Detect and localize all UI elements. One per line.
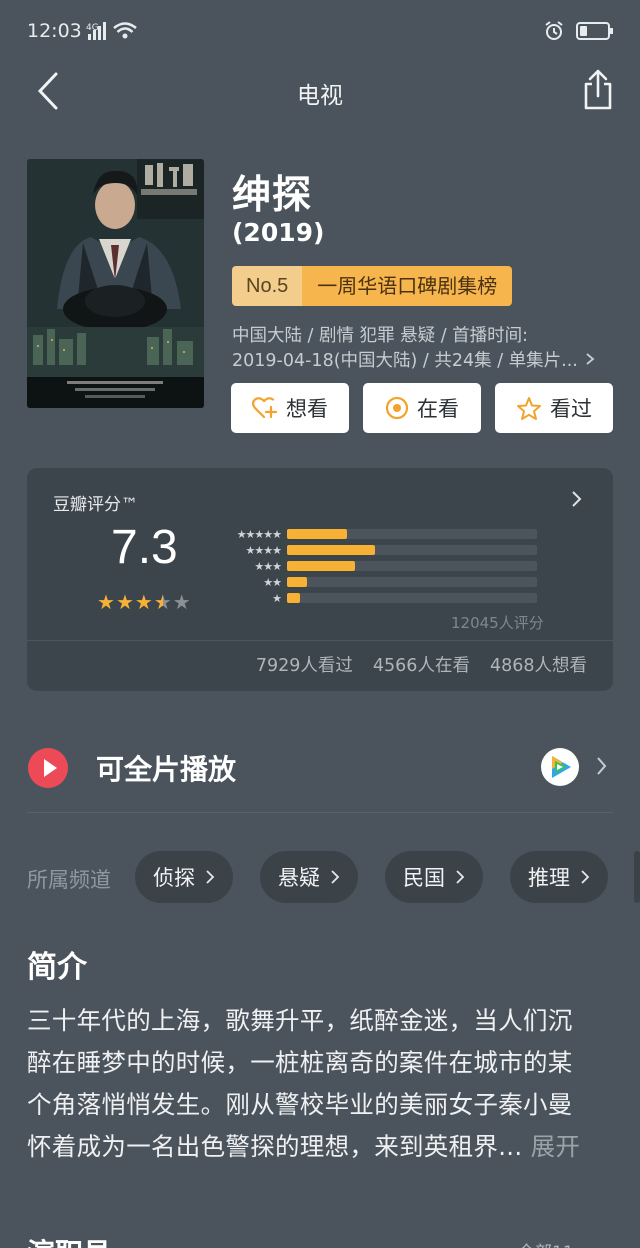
chevron-right-icon (331, 870, 340, 884)
star-full-icon: ★ (115, 590, 134, 614)
rating-bar-5: ★★★★★ (223, 526, 537, 542)
five-star-icon: ★★★★★ (236, 527, 282, 541)
channel-chip-detective[interactable]: 侦探 (135, 851, 233, 903)
rating-distribution: ★★★★★ ★★★★ ★★★ ★★ ★ (223, 526, 537, 606)
watched-label: 看过 (550, 397, 592, 421)
channel-chip-label: 推理 (528, 866, 570, 890)
intro-line: 三十年代的上海，歌舞升平，纸醉金迷，当人们沉 (27, 1006, 573, 1035)
rank-number: No.5 (232, 266, 303, 306)
play-icon[interactable] (28, 748, 68, 788)
poster-image[interactable] (27, 159, 204, 408)
star-half-icon: ★ (153, 590, 172, 614)
rating-bar-2: ★★ (223, 574, 537, 590)
heart-plus-icon (252, 397, 278, 419)
intro-line: 个角落悄悄发生。刚从警校毕业的美丽女子秦小曼 (27, 1090, 573, 1119)
intro-line: 怀着成为一名出色警探的理想，来到英租界... (27, 1132, 523, 1161)
channel-chip-suspense[interactable]: 悬疑 (260, 851, 358, 903)
want-to-watch-label: 想看 (286, 397, 328, 421)
intro-line: 醉在睡梦中的时候，一桩桩离奇的案件在城市的某 (27, 1048, 573, 1077)
rating-bar-4: ★★★★ (223, 542, 537, 558)
chevron-right-icon (586, 353, 595, 365)
channels-label: 所属频道 (27, 868, 111, 892)
one-star-icon: ★ (272, 591, 282, 605)
watched-count: 7929人看过 (255, 656, 353, 676)
status-time: 12:03 (27, 20, 82, 42)
rating-source-title: 豆瓣评分™ (53, 495, 138, 515)
rating-bar-3: ★★★ (223, 558, 537, 574)
channel-chip-overflow[interactable] (634, 851, 640, 903)
rating-bar-fill (287, 593, 300, 603)
rating-card[interactable]: 豆瓣评分™ 7.3 ★ ★ ★ ★ ★ ★★★★★ ★★★★ ★★★ ★★ ★ (27, 468, 613, 691)
rating-score: 7.3 (111, 521, 178, 574)
rating-count: 12045人评分 (451, 614, 544, 632)
network-type: 4G (86, 23, 99, 33)
star-full-icon: ★ (97, 590, 115, 614)
expand-link[interactable]: 展开 (531, 1132, 581, 1161)
chevron-right-icon (572, 491, 582, 507)
watched-button[interactable]: 看过 (495, 383, 613, 433)
cast-title: 演职员 (27, 1232, 111, 1248)
rank-badge[interactable]: No.5 一周华语口碑剧集榜 (232, 266, 513, 306)
target-circle-icon (385, 396, 409, 420)
chevron-right-icon (456, 870, 465, 884)
channel-chip-label: 侦探 (153, 866, 195, 890)
rank-list-name: 一周华语口碑剧集榜 (302, 266, 513, 306)
show-meta-line-2[interactable]: 2019-04-18(中国大陆) / 共24集 / 单集片... (232, 347, 595, 372)
show-meta-line-1: 中国大陆 / 剧情 犯罪 悬疑 / 首播时间: (232, 326, 529, 346)
rating-bar-1: ★ (223, 590, 537, 606)
channel-chip-label: 悬疑 (278, 866, 320, 890)
chevron-right-icon (206, 870, 215, 884)
chevron-right-icon[interactable] (596, 756, 608, 780)
show-year: (2019) (232, 218, 325, 247)
two-star-icon: ★★ (263, 575, 282, 589)
rating-bar-fill (287, 577, 307, 587)
channel-chip-mystery[interactable]: 推理 (510, 851, 608, 903)
channel-chip-republic-era[interactable]: 民国 (385, 851, 483, 903)
tencent-video-icon[interactable] (541, 748, 579, 786)
three-star-icon: ★★★ (254, 559, 282, 573)
star-full-icon: ★ (134, 590, 153, 614)
wish-count: 4868人想看 (489, 656, 587, 676)
cellular-signal-icon: 4G (86, 20, 142, 48)
divider (27, 640, 613, 641)
intro-title: 简介 (27, 950, 87, 985)
show-meta-text: 2019-04-18(中国大陆) / 共24集 / 单集片... (232, 351, 578, 371)
channel-chip-label: 民国 (403, 866, 445, 890)
rating-bar-fill (287, 529, 347, 539)
star-outline-icon (517, 396, 541, 420)
show-title: 绅探 (232, 173, 313, 218)
star-empty-icon: ★ (172, 590, 191, 614)
rating-bar-fill (287, 545, 375, 555)
rating-stars: ★ ★ ★ ★ ★ (97, 590, 191, 614)
divider (27, 812, 613, 813)
intro-line-last: 怀着成为一名出色警探的理想，来到英租界... 展开 (27, 1128, 580, 1163)
page-title: 电视 (297, 83, 343, 109)
want-to-watch-button[interactable]: 想看 (231, 383, 349, 433)
rating-bar-fill (287, 561, 355, 571)
watch-stats: 7929人看过 4566人在看 4868人想看 (256, 652, 587, 677)
share-icon (584, 69, 612, 110)
share-button[interactable] (578, 68, 618, 112)
battery-icon (576, 22, 613, 40)
alarm-icon (545, 21, 563, 40)
chevron-right-icon (581, 870, 590, 884)
watching-label: 在看 (417, 397, 459, 421)
watching-count: 4566人在看 (372, 656, 470, 676)
cast-all-link[interactable]: 全部11 (518, 1238, 574, 1248)
play-full-label[interactable]: 可全片播放 (96, 748, 236, 788)
four-star-icon: ★★★★ (245, 543, 282, 557)
watching-button[interactable]: 在看 (363, 383, 481, 433)
